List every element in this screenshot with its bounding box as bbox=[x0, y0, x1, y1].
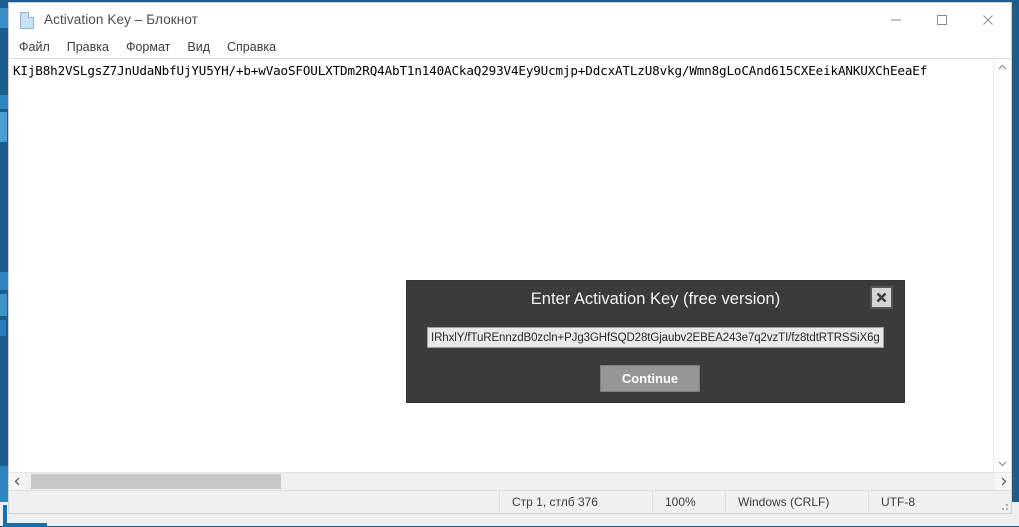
editor-text-line: KIjB8h2VSLgsZ7JnUdaNbfUjYU5YH/+b+wVaoSFO… bbox=[13, 63, 928, 78]
chevron-left-icon[interactable] bbox=[9, 473, 25, 490]
close-icon[interactable] bbox=[965, 3, 1011, 36]
status-bar: Стр 1, стлб 376 100% Windows (CRLF) UTF-… bbox=[9, 490, 1011, 513]
dialog-title: Enter Activation Key (free version) bbox=[530, 290, 781, 308]
notepad-window: Activation Key – Блокнот Файл Правка Фор… bbox=[8, 2, 1012, 514]
close-icon[interactable] bbox=[872, 288, 891, 307]
resize-grip-icon[interactable] bbox=[981, 491, 1011, 513]
maximize-icon[interactable] bbox=[919, 3, 965, 36]
status-line-ending: Windows (CRLF) bbox=[725, 491, 868, 513]
window-title: Activation Key – Блокнот bbox=[44, 12, 198, 27]
chevron-up-icon[interactable] bbox=[994, 59, 1011, 76]
menu-item-file[interactable]: Файл bbox=[19, 40, 50, 54]
activation-key-dialog: Enter Activation Key (free version) Cont… bbox=[407, 281, 904, 402]
menu-item-view[interactable]: Вид bbox=[187, 40, 210, 54]
background-window-fragment bbox=[0, 112, 7, 142]
chevron-down-icon[interactable] bbox=[994, 455, 1011, 472]
menu-bar: Файл Правка Формат Вид Справка bbox=[9, 36, 1011, 58]
status-zoom-level[interactable]: 100% bbox=[652, 491, 725, 513]
menu-item-edit[interactable]: Правка bbox=[67, 40, 109, 54]
background-window-fragment bbox=[0, 294, 7, 316]
minimize-icon[interactable] bbox=[873, 3, 919, 36]
window-controls bbox=[873, 3, 1011, 36]
menu-item-help[interactable]: Справка bbox=[227, 40, 276, 54]
status-encoding: UTF-8 bbox=[868, 491, 981, 513]
horizontal-scrollbar-thumb[interactable] bbox=[31, 474, 281, 489]
text-editor[interactable]: KIjB8h2VSLgsZ7JnUdaNbfUjYU5YH/+b+wVaoSFO… bbox=[9, 58, 993, 472]
chevron-right-icon[interactable] bbox=[995, 473, 1011, 490]
horizontal-scrollbar[interactable] bbox=[9, 472, 1011, 490]
vertical-scrollbar[interactable] bbox=[993, 58, 1011, 472]
background-window-fragment bbox=[0, 466, 8, 502]
menu-item-format[interactable]: Формат bbox=[126, 40, 170, 54]
editor-area: KIjB8h2VSLgsZ7JnUdaNbfUjYU5YH/+b+wVaoSFO… bbox=[9, 58, 1011, 472]
title-bar: Activation Key – Блокнот bbox=[9, 3, 1011, 36]
continue-button[interactable]: Continue bbox=[600, 365, 700, 392]
status-cursor-position: Стр 1, стлб 376 bbox=[499, 491, 652, 513]
notepad-document-icon bbox=[19, 11, 35, 29]
activation-key-input[interactable] bbox=[427, 327, 884, 348]
background-window-fragment bbox=[0, 320, 6, 336]
